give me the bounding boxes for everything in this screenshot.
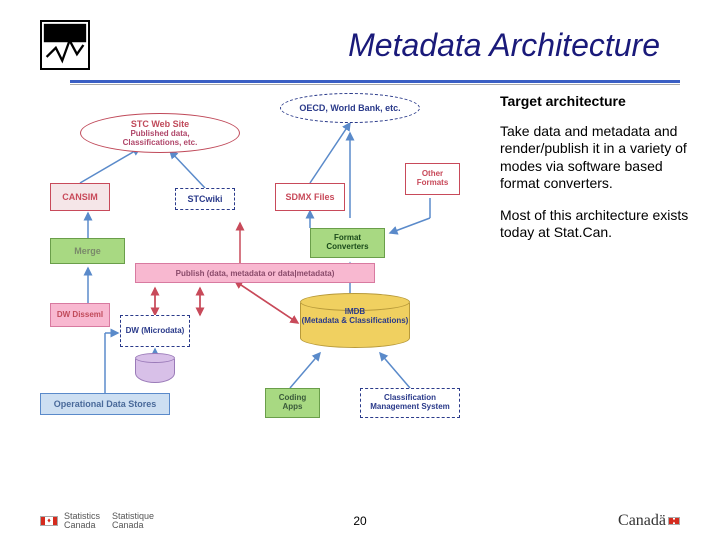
sidebar-text: Target architecture Take data and metada… — [480, 93, 700, 453]
node-stc-website: STC Web Site Published data, Classificat… — [80, 113, 240, 153]
footer: ♦ StatisticsCanada StatistiqueCanada 20 … — [0, 512, 720, 530]
dwd-label: DW Disseml — [57, 311, 103, 320]
stcwiki-label: STCwiki — [187, 194, 222, 204]
node-cansim: CANSIM — [50, 183, 110, 211]
node-ods: Operational Data Stores — [40, 393, 170, 415]
node-coding-apps: Coding Apps — [265, 388, 320, 418]
node-stcwiki: STCwiki — [175, 188, 235, 210]
node-other-formats: Other Formats — [405, 163, 460, 195]
merge-label: Merge — [74, 246, 101, 256]
footer-stat-fr: StatistiqueCanada — [112, 512, 154, 530]
other-label: Other Formats — [408, 170, 457, 188]
imdb-title: IMDB — [300, 307, 410, 316]
node-publish: Publish (data, metadata or data|metadata… — [135, 263, 375, 283]
cansim-label: CANSIM — [62, 192, 98, 202]
stc-sublabel: Published data, Classifications, etc. — [81, 129, 239, 147]
sidebar-heading: Target architecture — [500, 93, 700, 111]
logo-icon — [40, 20, 90, 70]
title-divider — [70, 80, 680, 83]
wordmark-text: Canadä — [618, 512, 666, 530]
imdb-sub: (Metadata & Classifications) — [300, 316, 410, 325]
node-classif-mgmt: Classification Management System — [360, 388, 460, 418]
canada-flag-icon: ♦ — [40, 516, 58, 526]
node-converters: Format Converters — [310, 228, 385, 258]
publish-label: Publish (data, metadata or data|metadata… — [176, 269, 335, 278]
node-sdmx: SDMX Files — [275, 183, 345, 211]
oecd-label: OECD, World Bank, etc. — [281, 103, 419, 113]
page-number: 20 — [353, 514, 366, 528]
node-dw-dissem: DW Disseml — [50, 303, 110, 327]
converters-label: Format Converters — [313, 234, 382, 252]
classif-label: Classification Management System — [363, 394, 457, 412]
node-microdata-store — [135, 353, 175, 385]
dwm-label: DW (Microdata) — [126, 327, 185, 336]
stat-fr-2: Canada — [112, 520, 144, 530]
stc-label: STC Web Site — [81, 119, 239, 129]
wordmark-flag-icon: ♦ — [668, 517, 680, 525]
coding-label: Coding Apps — [268, 394, 317, 412]
canada-wordmark: Canadä ♦ — [618, 512, 680, 530]
sidebar-p2: Most of this architecture exists today a… — [500, 207, 700, 242]
sdmx-label: SDMX Files — [285, 192, 334, 202]
stat-en-2: Canada — [64, 520, 96, 530]
page-title: Metadata Architecture — [110, 27, 680, 64]
sidebar-p1: Take data and metadata and render/publis… — [500, 123, 700, 193]
node-oecd: OECD, World Bank, etc. — [280, 93, 420, 123]
node-dw-microdata: DW (Microdata) — [120, 315, 190, 347]
architecture-diagram: STC Web Site Published data, Classificat… — [40, 93, 480, 453]
node-imdb: IMDB(Metadata & Classifications) — [300, 293, 410, 353]
footer-stat-en: StatisticsCanada — [64, 512, 100, 530]
ods-label: Operational Data Stores — [54, 399, 157, 409]
node-merge: Merge — [50, 238, 125, 264]
